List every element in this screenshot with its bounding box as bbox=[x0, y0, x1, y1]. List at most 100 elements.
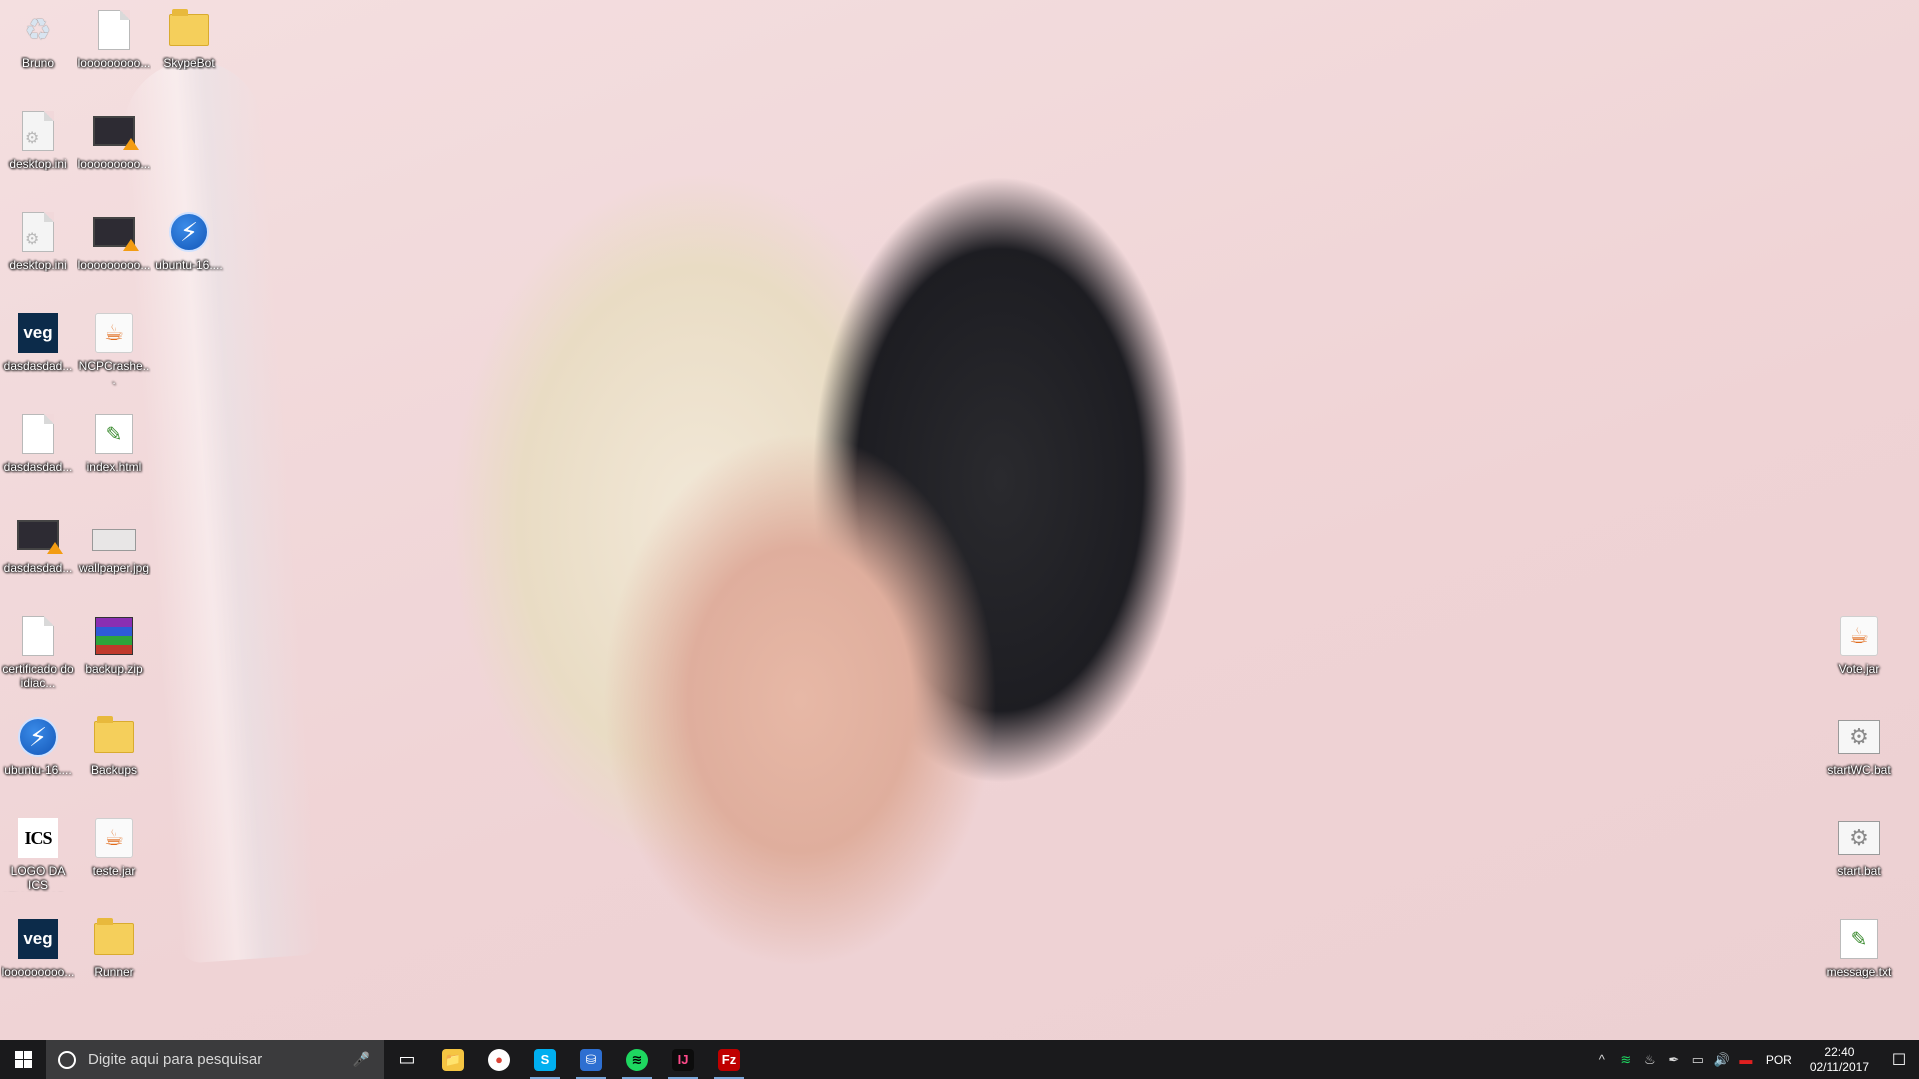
vegas-project-icon: veg bbox=[18, 313, 58, 353]
desktop-icon-label: desktop.ini bbox=[9, 258, 67, 272]
taskbar-app-spotify[interactable]: ≋ bbox=[614, 1040, 660, 1079]
desktop-icon[interactable]: ⚙ startWC.bat bbox=[1822, 709, 1896, 805]
desktop-icon-label: NCPCrashe... bbox=[78, 359, 150, 387]
taskbar-app-filezilla[interactable]: Fz bbox=[706, 1040, 752, 1079]
search-box[interactable]: Digite aqui para pesquisar 🎤 bbox=[46, 1040, 384, 1079]
desktop-icon[interactable]: ✎ message.txt bbox=[1822, 911, 1896, 1007]
desktop-icon[interactable]: Runner bbox=[77, 911, 151, 1007]
torrent-lightning-icon: ⚡ bbox=[18, 717, 58, 757]
task-view-icon: ▭ bbox=[398, 1049, 416, 1069]
clock-date: 02/11/2017 bbox=[1809, 1059, 1869, 1074]
desktop-icon[interactable]: certificado do idiac... bbox=[1, 608, 75, 704]
desktop-icon[interactable]: Backups bbox=[77, 709, 151, 805]
text-editor-file-icon: ✎ bbox=[95, 414, 133, 454]
spotify-tray-icon[interactable]: ≋ bbox=[1614, 1052, 1638, 1068]
desktop-icon-label: looooooooo... bbox=[77, 157, 151, 171]
intellij-icon: IJ bbox=[672, 1048, 694, 1071]
volume-tray-icon[interactable]: 🔊 bbox=[1710, 1052, 1734, 1068]
java-file-icon: ☕ bbox=[1840, 616, 1878, 656]
desktop-icon-label: startWC.bat bbox=[1827, 763, 1891, 777]
desktop-icon-label: start.bat bbox=[1837, 864, 1881, 878]
desktop-icon-label: LOGO DA ICS ATUALIZAD... bbox=[10, 864, 66, 892]
batch-file-gear-icon: ⚙ bbox=[1838, 821, 1880, 855]
torrent-lightning-icon: ⚡ bbox=[169, 212, 209, 252]
desktop-icon-label: dasdasdad... bbox=[3, 561, 73, 575]
desktop-icon-label: Bruno bbox=[21, 56, 55, 70]
desktop-icon[interactable]: looooooooo... bbox=[77, 204, 151, 300]
desktop-icon-label: index.html bbox=[86, 460, 142, 474]
desktop-icon[interactable]: ☕ teste.jar bbox=[77, 810, 151, 906]
action-center-icon[interactable]: ☐ bbox=[1879, 1050, 1919, 1070]
desktop-icon[interactable]: ♻ Bruno bbox=[1, 2, 75, 98]
tray-icons: ≋ ♨ ✒ ▭ 🔊 ▬ bbox=[1614, 1052, 1758, 1068]
text-editor-file-icon: ✎ bbox=[1840, 919, 1878, 959]
desktop-icon[interactable]: veg dasdasdad... bbox=[1, 305, 75, 401]
desktop-icon[interactable]: backup.zip bbox=[77, 608, 151, 704]
battery-alert-tray-icon[interactable]: ▬ bbox=[1734, 1052, 1758, 1068]
taskbar-app-chrome[interactable]: ● bbox=[476, 1040, 522, 1079]
desktop-icon-label: Backups bbox=[90, 763, 138, 777]
network-tray-icon[interactable]: ▭ bbox=[1686, 1052, 1710, 1068]
taskbar-app-network-app[interactable]: ⛁ bbox=[568, 1040, 614, 1079]
vegas-project-icon: veg bbox=[18, 919, 58, 959]
desktop-icon[interactable]: dasdasdad... bbox=[1, 507, 75, 603]
desktop-icon[interactable]: ICS LOGO DA ICS ATUALIZAD... bbox=[1, 810, 75, 906]
microphone-icon[interactable]: 🎤 bbox=[353, 1051, 370, 1068]
video-file-icon bbox=[17, 520, 63, 554]
clock-time: 22:40 bbox=[1824, 1044, 1855, 1059]
system-tray: ^ ≋ ♨ ✒ ▭ 🔊 ▬ POR 22:40 02/11/2017 ☐ bbox=[1590, 1040, 1919, 1079]
desktop-icon-label: certificado do idiac... bbox=[2, 662, 74, 690]
video-file-icon bbox=[93, 217, 139, 251]
desktop-icon-label: message.txt bbox=[1826, 965, 1892, 979]
desktop-icon[interactable]: looooooooo... bbox=[77, 2, 151, 98]
chrome-icon: ● bbox=[488, 1048, 510, 1071]
video-file-icon bbox=[93, 116, 139, 150]
java-file-icon: ☕ bbox=[95, 818, 133, 858]
pinned-apps: 📁 ● S ⛁ ≋ IJ Fz bbox=[430, 1040, 752, 1079]
taskbar: Digite aqui para pesquisar 🎤 ▭ 📁 ● S ⛁ ≋ IJ Fz… bbox=[0, 1040, 1919, 1079]
skype-icon: S bbox=[534, 1048, 556, 1071]
desktop-icon[interactable]: ✎ index.html bbox=[77, 406, 151, 502]
spotify-icon: ≋ bbox=[626, 1048, 648, 1071]
desktop-icon-label: backup.zip bbox=[85, 662, 143, 676]
desktop-icon[interactable]: ⚙ start.bat bbox=[1822, 810, 1896, 906]
start-button[interactable] bbox=[0, 1040, 46, 1079]
desktop-icon[interactable]: dasdasdad... bbox=[1, 406, 75, 502]
desktop-icon[interactable]: SkypeBot bbox=[152, 2, 226, 98]
settings-file-icon bbox=[22, 212, 54, 252]
desktop-icon-label: Runner bbox=[94, 965, 134, 979]
desktop-icon[interactable]: ☕ Vote.jar bbox=[1822, 608, 1896, 704]
windows-logo-icon bbox=[14, 1051, 32, 1068]
document-icon bbox=[98, 10, 130, 50]
taskbar-app-file-explorer[interactable]: 📁 bbox=[430, 1040, 476, 1079]
pen-tray-icon[interactable]: ✒ bbox=[1662, 1052, 1686, 1068]
desktop-icon-label: dasdasdad... bbox=[3, 359, 73, 373]
desktop-icon[interactable]: ⚡ ubuntu-16.... bbox=[152, 204, 226, 300]
taskbar-app-intellij[interactable]: IJ bbox=[660, 1040, 706, 1079]
recycle-bin-icon: ♻ bbox=[24, 13, 52, 47]
clock[interactable]: 22:40 02/11/2017 bbox=[1810, 1045, 1869, 1075]
desktop-icon-label: desktop.ini bbox=[9, 157, 67, 171]
desktop-icon[interactable]: veg looooooooo... bbox=[1, 911, 75, 1007]
desktop-icon[interactable]: looooooooo... bbox=[77, 103, 151, 199]
language-indicator[interactable]: POR bbox=[1766, 1053, 1792, 1067]
desktop-icon[interactable]: ☕ NCPCrashe... bbox=[77, 305, 151, 401]
folder-icon bbox=[94, 716, 134, 753]
desktop-icon[interactable]: desktop.ini bbox=[1, 103, 75, 199]
search-placeholder: Digite aqui para pesquisar bbox=[88, 1051, 263, 1068]
show-hidden-icons-chevron-icon[interactable]: ^ bbox=[1590, 1052, 1614, 1067]
desktop-icon[interactable]: desktop.ini bbox=[1, 204, 75, 300]
ics-logo-image-icon: ICS bbox=[18, 818, 58, 858]
desktop-icon[interactable]: wallpaper.jpg bbox=[77, 507, 151, 603]
task-view-button[interactable]: ▭ bbox=[384, 1040, 430, 1079]
steam-tray-icon[interactable]: ♨ bbox=[1638, 1052, 1662, 1068]
java-file-icon: ☕ bbox=[95, 313, 133, 353]
folder-icon bbox=[94, 918, 134, 955]
winrar-archive-icon bbox=[95, 617, 133, 655]
network-app-icon: ⛁ bbox=[580, 1048, 602, 1071]
desktop-icon[interactable]: ⚡ ubuntu-16.... bbox=[1, 709, 75, 805]
settings-file-icon bbox=[22, 111, 54, 151]
taskbar-app-skype[interactable]: S bbox=[522, 1040, 568, 1079]
desktop-icon-label: dasdasdad... bbox=[3, 460, 73, 474]
desktop-icon-label: ubuntu-16.... bbox=[155, 258, 223, 272]
